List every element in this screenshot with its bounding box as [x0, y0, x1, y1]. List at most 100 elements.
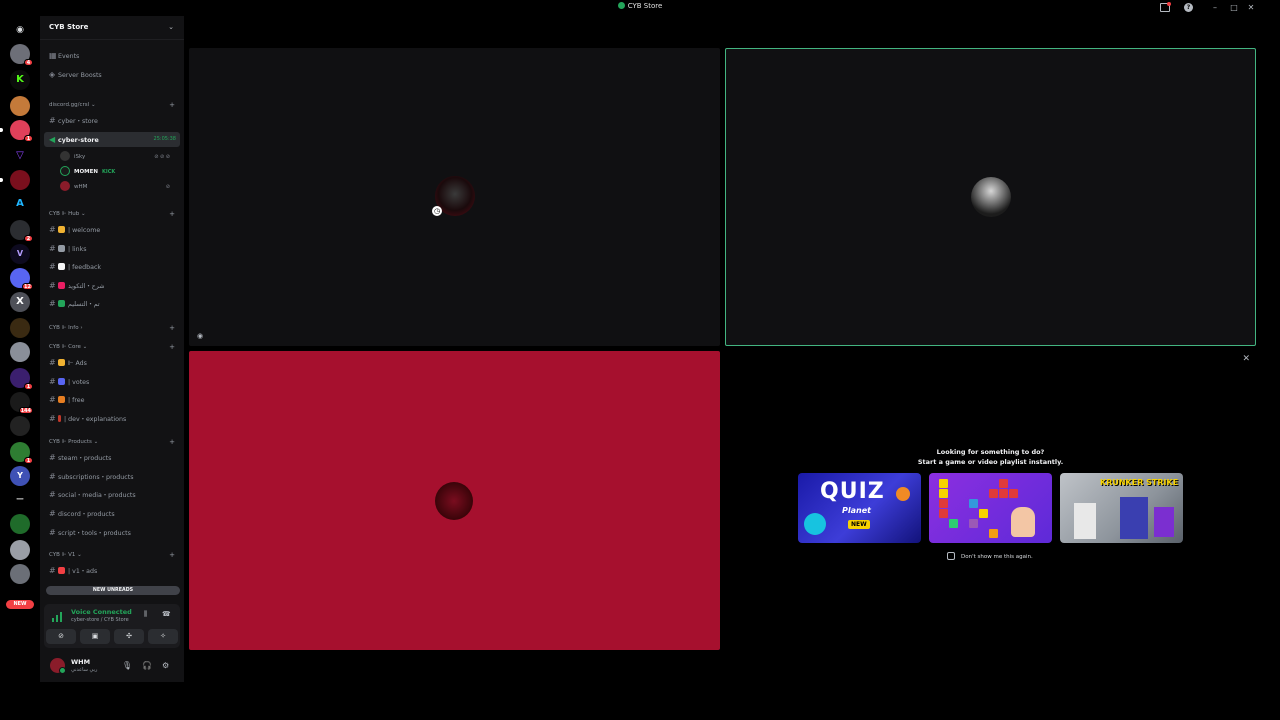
server-icon[interactable]: V: [10, 244, 30, 264]
channel-free[interactable]: # | free: [44, 392, 180, 407]
headphones-icon[interactable]: 🎧: [142, 661, 152, 670]
help-icon[interactable]: ?: [1184, 3, 1193, 12]
channel-votes[interactable]: # | votes: [44, 374, 180, 389]
live-tag: KICK: [101, 169, 116, 175]
server-icon[interactable]: ー: [10, 490, 30, 510]
microphone-icon[interactable]: 🎙: [122, 661, 132, 670]
channel-label: discord・products: [58, 511, 115, 518]
server-header[interactable]: CYB Store ⌄: [40, 16, 184, 40]
server-icon[interactable]: Y: [10, 466, 30, 486]
create-channel-icon[interactable]: +: [169, 323, 175, 334]
activity-card-quiz-planet[interactable]: QUIZ Planet NEW: [798, 473, 921, 543]
dont-show-again-checkbox[interactable]: Don't show me this again.: [947, 552, 1033, 560]
voice-user[interactable]: MOMEN KICK: [60, 165, 176, 180]
channel-label: subscriptions・products: [58, 474, 134, 481]
server-icon[interactable]: 2: [10, 220, 33, 242]
create-channel-icon[interactable]: +: [169, 342, 175, 353]
channel-social-media-products[interactable]: # social・media・products: [44, 487, 180, 502]
gear-icon[interactable]: ⚙: [162, 661, 169, 670]
channel-delivered[interactable]: # تم・التسليم: [44, 296, 180, 311]
checkbox[interactable]: [947, 552, 955, 560]
channel-rules[interactable]: # شرح・التكويد: [44, 278, 180, 293]
channel-cyber-store[interactable]: # cyber・store: [44, 113, 180, 128]
participant-tile[interactable]: ◷ ◉: [189, 48, 720, 346]
server-icon[interactable]: [10, 318, 30, 338]
dont-show-label: Don't show me this again.: [961, 554, 1033, 560]
server-icon[interactable]: X: [10, 292, 30, 312]
channel-welcome[interactable]: # | welcome: [44, 222, 180, 237]
maximize-button[interactable]: □: [1228, 2, 1240, 14]
calendar-icon: ▦: [49, 51, 57, 60]
chevron-down-icon[interactable]: ⌄: [168, 23, 174, 31]
channel-discord-products[interactable]: # discord・products: [44, 506, 180, 521]
channel-links[interactable]: # | links: [44, 241, 180, 256]
user-panel[interactable]: WHM ربي ساعدني 🎙 🎧 ⚙: [44, 652, 180, 678]
minimize-button[interactable]: –: [1209, 2, 1221, 14]
server-icon[interactable]: [10, 96, 30, 116]
block-tile: [979, 509, 988, 518]
server-icon[interactable]: [0, 170, 30, 190]
create-channel-icon[interactable]: +: [169, 550, 175, 561]
category-hub[interactable]: CYB ⊩ Hub ⌄ +: [49, 209, 175, 220]
block-tile: [999, 479, 1008, 488]
triangle-logo-icon: ▽: [16, 150, 24, 161]
server-icon[interactable]: 4: [10, 44, 33, 66]
channel-steam-products[interactable]: # steam・products: [44, 450, 180, 465]
voice-user-name: MOMEN: [74, 169, 98, 175]
voice-connected-status[interactable]: Voice Connected: [71, 608, 132, 616]
channel-dev[interactable]: # | dev・explanations: [44, 411, 180, 426]
category-core[interactable]: CYB ⊩ Core ⌄ +: [49, 342, 175, 353]
direct-messages-button[interactable]: ◉: [10, 20, 30, 40]
server-icon[interactable]: 1: [0, 120, 33, 142]
events-item[interactable]: ▦Events: [44, 48, 180, 63]
participant-tile-speaking[interactable]: [725, 48, 1256, 346]
avatar[interactable]: [50, 658, 66, 674]
server-icon[interactable]: [10, 540, 30, 560]
close-window-button[interactable]: ✕: [1245, 2, 1257, 14]
server-icon[interactable]: ▽: [10, 146, 30, 166]
server-icon[interactable]: 1: [10, 368, 33, 390]
activity-card-krunker-strike[interactable]: KRUNKER STRIKE: [1060, 473, 1183, 543]
soundboard-button[interactable]: ✧: [148, 629, 178, 644]
channel-ads[interactable]: # ⊩ Ads: [44, 355, 180, 370]
activity-card-blocks[interactable]: [929, 473, 1052, 543]
category-invite[interactable]: discord.gg/crsl ⌄ +: [49, 100, 175, 111]
server-icon[interactable]: [10, 416, 30, 436]
server-icon[interactable]: A: [10, 194, 30, 214]
new-unreads-pill[interactable]: NEW: [6, 600, 34, 609]
channel-script-tools-products[interactable]: # script・tools・products: [44, 525, 180, 540]
inbox-icon[interactable]: [1160, 2, 1171, 12]
voice-user[interactable]: wHM ⊘: [60, 180, 176, 195]
category-info[interactable]: CYB ⊩ Info › +: [49, 323, 175, 334]
participant-tile[interactable]: [189, 351, 720, 650]
category-v1[interactable]: CYB ⊩ V1 ⌄ +: [49, 550, 175, 561]
server-icon[interactable]: [10, 564, 30, 584]
server-icon[interactable]: K: [10, 70, 30, 90]
channel-v1-ads[interactable]: # | v1・ads: [44, 563, 180, 578]
server-icon[interactable]: 12: [10, 268, 33, 290]
server-icon[interactable]: 144: [10, 392, 33, 414]
server-boosts-item[interactable]: ◈ Server Boosts: [44, 67, 180, 82]
server-icon[interactable]: 1: [10, 442, 33, 464]
new-badge: NEW: [848, 520, 870, 529]
voice-user[interactable]: iSky ⊘ ⊘ ⊘: [60, 150, 176, 165]
signal-icon[interactable]: [52, 612, 64, 622]
create-channel-icon[interactable]: +: [169, 100, 175, 111]
server-icon[interactable]: [10, 342, 30, 362]
create-channel-icon[interactable]: +: [169, 209, 175, 220]
activities-button[interactable]: ✣: [114, 629, 144, 644]
server-icon[interactable]: [10, 514, 30, 534]
disconnect-icon[interactable]: ☎: [162, 610, 171, 618]
camera-button[interactable]: ⊘: [46, 629, 76, 644]
noise-suppression-icon[interactable]: ⫼: [144, 610, 147, 619]
screen-share-button[interactable]: ▣: [80, 629, 110, 644]
close-icon[interactable]: ✕: [1242, 354, 1250, 364]
voice-location[interactable]: cyber-store / CYB Store: [71, 617, 129, 623]
category-products[interactable]: CYB ⊩ Products ⌄ +: [49, 437, 175, 448]
voice-channel-cyber-store[interactable]: ◀ cyber-store 25:05:38: [44, 132, 180, 147]
channel-feedback[interactable]: # | feedback: [44, 259, 180, 274]
channel-subscriptions-products[interactable]: # subscriptions・products: [44, 469, 180, 484]
new-unreads-button[interactable]: NEW UNREADS: [46, 586, 180, 595]
create-channel-icon[interactable]: +: [169, 437, 175, 448]
hash-icon: #: [49, 244, 56, 253]
